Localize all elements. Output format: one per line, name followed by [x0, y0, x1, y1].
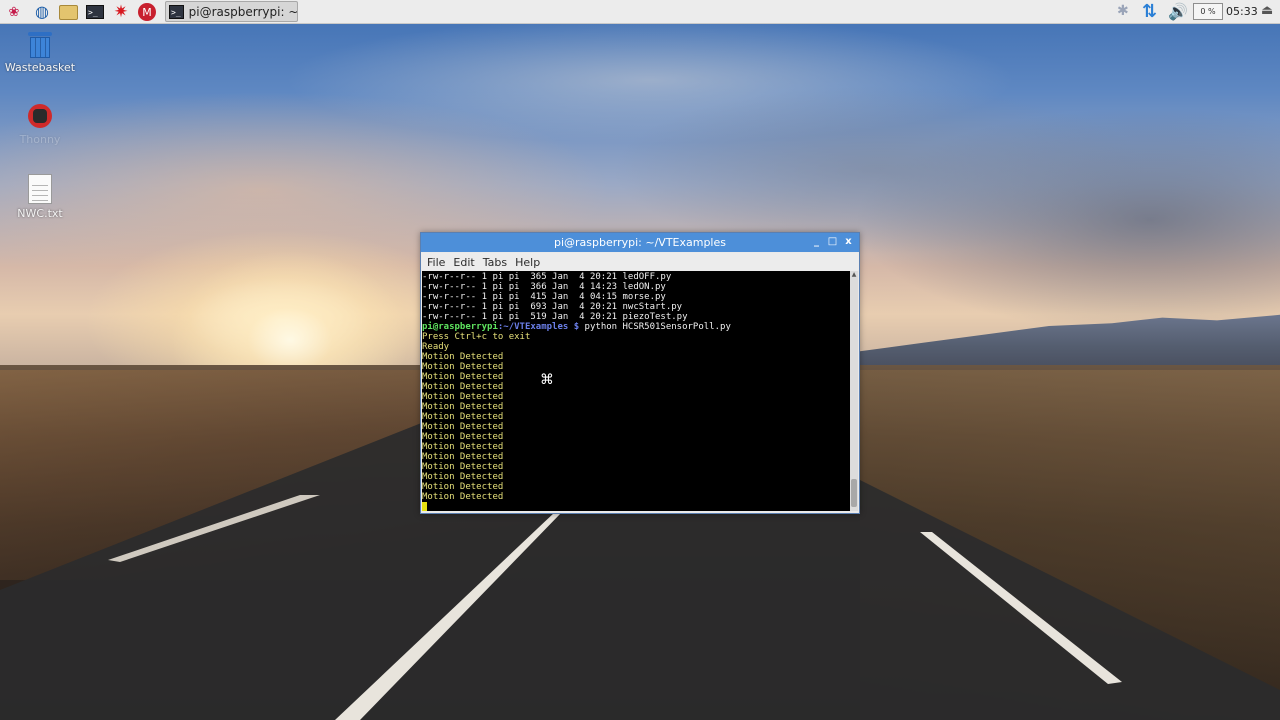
window-title: pi@raspberrypi: ~/VTExamples — [554, 236, 726, 249]
terminal-icon[interactable]: >_ — [85, 2, 105, 22]
desktop-icon-nwc-txt[interactable]: NWC.txt — [0, 174, 80, 220]
cpu-monitor[interactable]: 0 % — [1193, 3, 1223, 20]
network-icon[interactable]: ⇅ — [1142, 1, 1157, 22]
terminal-line: Press Ctrl+c to exit — [422, 332, 531, 342]
terminal-line: Motion Detected — [422, 462, 504, 472]
terminal-line: -rw-r--r-- 1 pi pi 365 Jan 4 20:21 ledOF… — [422, 272, 672, 282]
terminal-line: Motion Detected — [422, 382, 504, 392]
terminal-scrollbar[interactable]: ▲ — [850, 271, 858, 511]
terminal-line: Motion Detected — [422, 402, 504, 412]
terminal-output[interactable]: -rw-r--r-- 1 pi pi 365 Jan 4 20:21 ledOF… — [422, 271, 850, 511]
terminal-line: Ready — [422, 342, 450, 352]
mathematica-icon[interactable]: ✷ — [111, 2, 131, 22]
desktop-icon-label: Wastebasket — [4, 61, 76, 74]
prompt-path: :~/VTExamples $ — [497, 322, 580, 332]
clock[interactable]: 05:33 — [1226, 5, 1258, 18]
text-file-icon — [28, 174, 52, 204]
terminal-line: Motion Detected — [422, 422, 504, 432]
web-browser-icon[interactable]: ◍ — [32, 2, 52, 22]
taskbar: ❀ ◍ >_ ✷ M >_ pi@raspberrypi: ~/VT... ✱ … — [0, 0, 1280, 24]
wolfram-icon[interactable]: M — [137, 2, 157, 22]
eject-icon[interactable]: ⏏ — [1261, 3, 1273, 18]
terminal-line: Motion Detected — [422, 362, 504, 372]
terminal-line: -rw-r--r-- 1 pi pi 693 Jan 4 20:21 nwcSt… — [422, 302, 683, 312]
terminal-line: Motion Detected — [422, 452, 504, 462]
terminal-icon: >_ — [169, 4, 184, 19]
terminal-line: Motion Detected — [422, 432, 504, 442]
desktop-icon-label: NWC.txt — [17, 207, 63, 220]
menu-edit[interactable]: Edit — [453, 256, 474, 269]
menu-file[interactable]: File — [427, 256, 445, 269]
desktop-icon-wastebasket[interactable]: Wastebasket — [0, 32, 80, 74]
terminal-window[interactable]: pi@raspberrypi: ~/VTExamples _ □ x File … — [420, 232, 860, 514]
volume-icon[interactable]: 🔊 — [1168, 2, 1188, 21]
terminal-line: Motion Detected — [422, 352, 504, 362]
terminal-line: Motion Detected — [422, 392, 504, 402]
window-titlebar[interactable]: pi@raspberrypi: ~/VTExamples _ □ x — [421, 233, 859, 252]
terminal-line: -rw-r--r-- 1 pi pi 519 Jan 4 20:21 piezo… — [422, 312, 688, 322]
file-manager-icon[interactable] — [58, 2, 78, 22]
terminal-line: Motion Detected — [422, 492, 504, 502]
terminal-line: Motion Detected — [422, 372, 504, 382]
prompt-command: python HCSR501SensorPoll.py — [579, 322, 731, 332]
close-button[interactable]: x — [842, 235, 855, 249]
text-cursor — [422, 502, 427, 511]
menu-help[interactable]: Help — [515, 256, 540, 269]
desktop-icon-thonny[interactable]: Thonny — [0, 100, 80, 146]
wastebasket-icon — [28, 32, 52, 58]
menu-bar: File Edit Tabs Help — [421, 253, 859, 271]
terminal-line: -rw-r--r-- 1 pi pi 366 Jan 4 14:23 ledON… — [422, 282, 666, 292]
taskbar-window-button[interactable]: >_ pi@raspberrypi: ~/VT... — [165, 1, 298, 22]
terminal-line: Motion Detected — [422, 472, 504, 482]
raspberry-menu-icon[interactable]: ❀ — [4, 2, 24, 22]
mouse-pointer-icon: ⌘ — [540, 372, 554, 388]
taskbar-window-label: pi@raspberrypi: ~/VT... — [188, 4, 297, 19]
desktop-icon-label: Thonny — [19, 133, 61, 146]
minimize-button[interactable]: _ — [810, 235, 823, 249]
terminal-prompt-line: pi@raspberrypi:~/VTExamples $ python HCS… — [422, 322, 850, 332]
terminal-line: Motion Detected — [422, 412, 504, 422]
scroll-up-arrow-icon[interactable]: ▲ — [850, 271, 858, 279]
maximize-button[interactable]: □ — [826, 235, 839, 249]
thonny-icon — [26, 100, 54, 130]
menu-tabs[interactable]: Tabs — [483, 256, 507, 269]
prompt-user-host: pi@raspberrypi — [422, 322, 498, 332]
bluetooth-icon[interactable]: ✱ — [1117, 3, 1129, 19]
terminal-cursor-line — [422, 502, 850, 511]
window-controls: _ □ x — [810, 235, 855, 249]
cpu-usage-text: 0 % — [1200, 7, 1216, 16]
terminal-line: Motion Detected — [422, 442, 504, 452]
scrollbar-thumb[interactable] — [851, 479, 857, 507]
terminal-line: Motion Detected — [422, 482, 504, 492]
terminal-line: -rw-r--r-- 1 pi pi 415 Jan 4 04:15 morse… — [422, 292, 666, 302]
